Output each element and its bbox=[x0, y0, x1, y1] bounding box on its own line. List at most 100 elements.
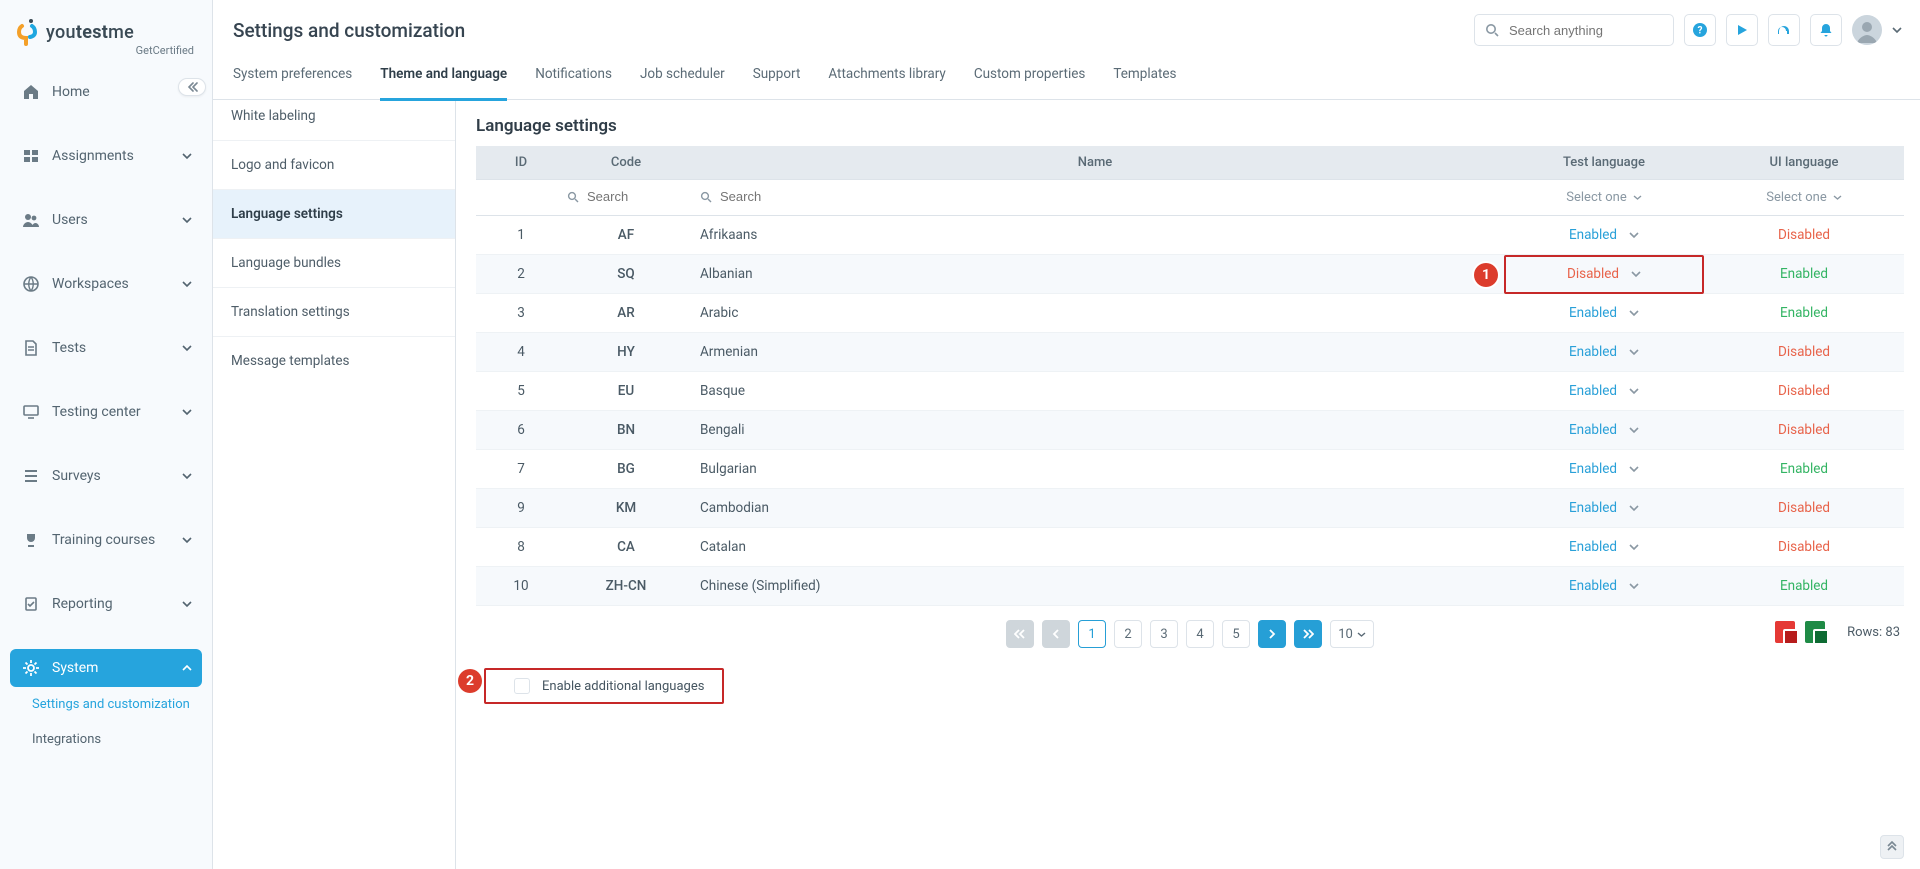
filter-code[interactable] bbox=[567, 188, 685, 205]
sidebar-subitem-settings-and-customization[interactable]: Settings and customization bbox=[10, 687, 202, 722]
sidebar-subitem-integrations[interactable]: Integrations bbox=[10, 722, 202, 757]
cell-code: AR bbox=[566, 294, 686, 333]
sidebar-item-workspaces[interactable]: Workspaces bbox=[10, 265, 202, 303]
cell-test-language[interactable]: Disabled bbox=[1504, 255, 1704, 294]
chevron-down-icon bbox=[182, 535, 192, 545]
sidebar-item-training-courses[interactable]: Training courses bbox=[10, 521, 202, 559]
page-1[interactable]: 1 bbox=[1078, 620, 1106, 648]
submenu-logo-and-favicon[interactable]: Logo and favicon bbox=[213, 141, 455, 190]
cell-test-language[interactable]: Enabled bbox=[1504, 528, 1704, 567]
chevron-down-icon bbox=[182, 599, 192, 609]
page-first[interactable] bbox=[1006, 620, 1034, 648]
page-next[interactable] bbox=[1258, 620, 1286, 648]
submenu-translation-settings[interactable]: Translation settings bbox=[213, 288, 455, 337]
page-prev[interactable] bbox=[1042, 620, 1070, 648]
help-button[interactable]: ? bbox=[1684, 14, 1716, 46]
filter-test-language[interactable]: Select one bbox=[1566, 190, 1641, 205]
tab-job-scheduler[interactable]: Job scheduler bbox=[640, 60, 725, 100]
cell-name: Catalan bbox=[686, 528, 1504, 567]
tab-label: Custom properties bbox=[974, 66, 1086, 82]
col-code[interactable]: Code bbox=[566, 146, 686, 180]
sidebar-item-reporting[interactable]: Reporting bbox=[10, 585, 202, 623]
chevron-down-icon bbox=[182, 471, 192, 481]
user-avatar[interactable] bbox=[1852, 15, 1882, 45]
scroll-to-top-button[interactable] bbox=[1880, 835, 1904, 859]
cell-name: Basque bbox=[686, 372, 1504, 411]
tab-support[interactable]: Support bbox=[753, 60, 801, 100]
tab-notifications[interactable]: Notifications bbox=[535, 60, 612, 100]
cell-test-language[interactable]: Enabled bbox=[1504, 411, 1704, 450]
cell-test-language[interactable]: Enabled bbox=[1504, 567, 1704, 606]
tab-attachments-library[interactable]: Attachments library bbox=[828, 60, 945, 100]
tab-custom-properties[interactable]: Custom properties bbox=[974, 60, 1086, 100]
chevron-down-icon bbox=[1629, 230, 1639, 240]
cell-code: BG bbox=[566, 450, 686, 489]
cell-test-language[interactable]: Enabled bbox=[1504, 294, 1704, 333]
submenu-white-labeling[interactable]: White labeling bbox=[213, 100, 455, 141]
sidebar-item-system[interactable]: System bbox=[10, 649, 202, 687]
play-button[interactable] bbox=[1726, 14, 1758, 46]
page-last[interactable] bbox=[1294, 620, 1322, 648]
cell-test-language[interactable]: Enabled bbox=[1504, 372, 1704, 411]
headset-button[interactable] bbox=[1768, 14, 1800, 46]
table-row: 5EUBasqueEnabledDisabled bbox=[476, 372, 1904, 411]
cell-test-language[interactable]: Enabled bbox=[1504, 489, 1704, 528]
global-search-input[interactable] bbox=[1507, 22, 1687, 39]
sidebar-item-surveys[interactable]: Surveys bbox=[10, 457, 202, 495]
page-4[interactable]: 4 bbox=[1186, 620, 1214, 648]
page-3[interactable]: 3 bbox=[1150, 620, 1178, 648]
tab-templates[interactable]: Templates bbox=[1113, 60, 1176, 100]
col-test-language[interactable]: Test language bbox=[1504, 146, 1704, 180]
submenu-language-settings[interactable]: Language settings bbox=[213, 190, 455, 239]
sidebar-item-users[interactable]: Users bbox=[10, 201, 202, 239]
cell-name: Cambodian bbox=[686, 489, 1504, 528]
col-ui-language[interactable]: UI language bbox=[1704, 146, 1904, 180]
cell-code: EU bbox=[566, 372, 686, 411]
user-menu-chevron[interactable] bbox=[1892, 25, 1902, 35]
page-title: Settings and customization bbox=[233, 19, 465, 42]
col-id[interactable]: ID bbox=[476, 146, 566, 180]
global-search[interactable] bbox=[1474, 14, 1674, 46]
export-excel-button[interactable] bbox=[1805, 621, 1825, 643]
brand-logo[interactable]: youtestme bbox=[16, 18, 196, 46]
cell-test-language[interactable]: Enabled bbox=[1504, 216, 1704, 255]
table-filter-row: Select one Select one bbox=[476, 180, 1904, 216]
cell-test-language[interactable]: Enabled bbox=[1504, 450, 1704, 489]
search-icon bbox=[1485, 23, 1499, 37]
languages-table: ID Code Name Test language UI language bbox=[476, 146, 1904, 606]
cell-id: 8 bbox=[476, 528, 566, 567]
col-name[interactable]: Name bbox=[686, 146, 1504, 180]
chevron-down-icon bbox=[1629, 425, 1639, 435]
table-header-row: ID Code Name Test language UI language bbox=[476, 146, 1904, 180]
page-2[interactable]: 2 bbox=[1114, 620, 1142, 648]
sidebar-item-tests[interactable]: Tests bbox=[10, 329, 202, 367]
cell-test-language[interactable]: Enabled bbox=[1504, 333, 1704, 372]
topbar: Settings and customization ? bbox=[213, 0, 1920, 60]
enable-additional-checkbox[interactable] bbox=[514, 678, 530, 694]
notifications-button[interactable] bbox=[1810, 14, 1842, 46]
sidebar-nav: Home Assignments Users Workspaces Tests bbox=[0, 59, 212, 869]
chevron-down-icon bbox=[182, 343, 192, 353]
export-pdf-button[interactable] bbox=[1775, 621, 1795, 643]
tab-theme-and-language[interactable]: Theme and language bbox=[380, 60, 507, 100]
chevron-up-icon bbox=[182, 663, 192, 673]
tab-label: Attachments library bbox=[828, 66, 945, 82]
page-size-select[interactable]: 10 bbox=[1330, 620, 1374, 648]
sidebar-item-home[interactable]: Home bbox=[10, 73, 202, 111]
cell-code: ZH-CN bbox=[566, 567, 686, 606]
cell-id: 1 bbox=[476, 216, 566, 255]
sidebar-item-testing-center[interactable]: Testing center bbox=[10, 393, 202, 431]
sidebar-item-assignments[interactable]: Assignments bbox=[10, 137, 202, 175]
trophy-icon bbox=[22, 531, 40, 549]
filter-name[interactable] bbox=[700, 188, 818, 205]
filter-ui-language[interactable]: Select one bbox=[1766, 190, 1841, 205]
sidebar-item-label: Assignments bbox=[52, 148, 134, 164]
filter-name-input[interactable] bbox=[718, 188, 818, 205]
tab-system-preferences[interactable]: System preferences bbox=[233, 60, 352, 100]
cell-ui-language: Enabled bbox=[1704, 450, 1904, 489]
submenu-language-bundles[interactable]: Language bundles bbox=[213, 239, 455, 288]
table-row: 9KMCambodianEnabledDisabled bbox=[476, 489, 1904, 528]
filter-code-input[interactable] bbox=[585, 188, 685, 205]
page-5[interactable]: 5 bbox=[1222, 620, 1250, 648]
submenu-message-templates[interactable]: Message templates bbox=[213, 337, 455, 385]
